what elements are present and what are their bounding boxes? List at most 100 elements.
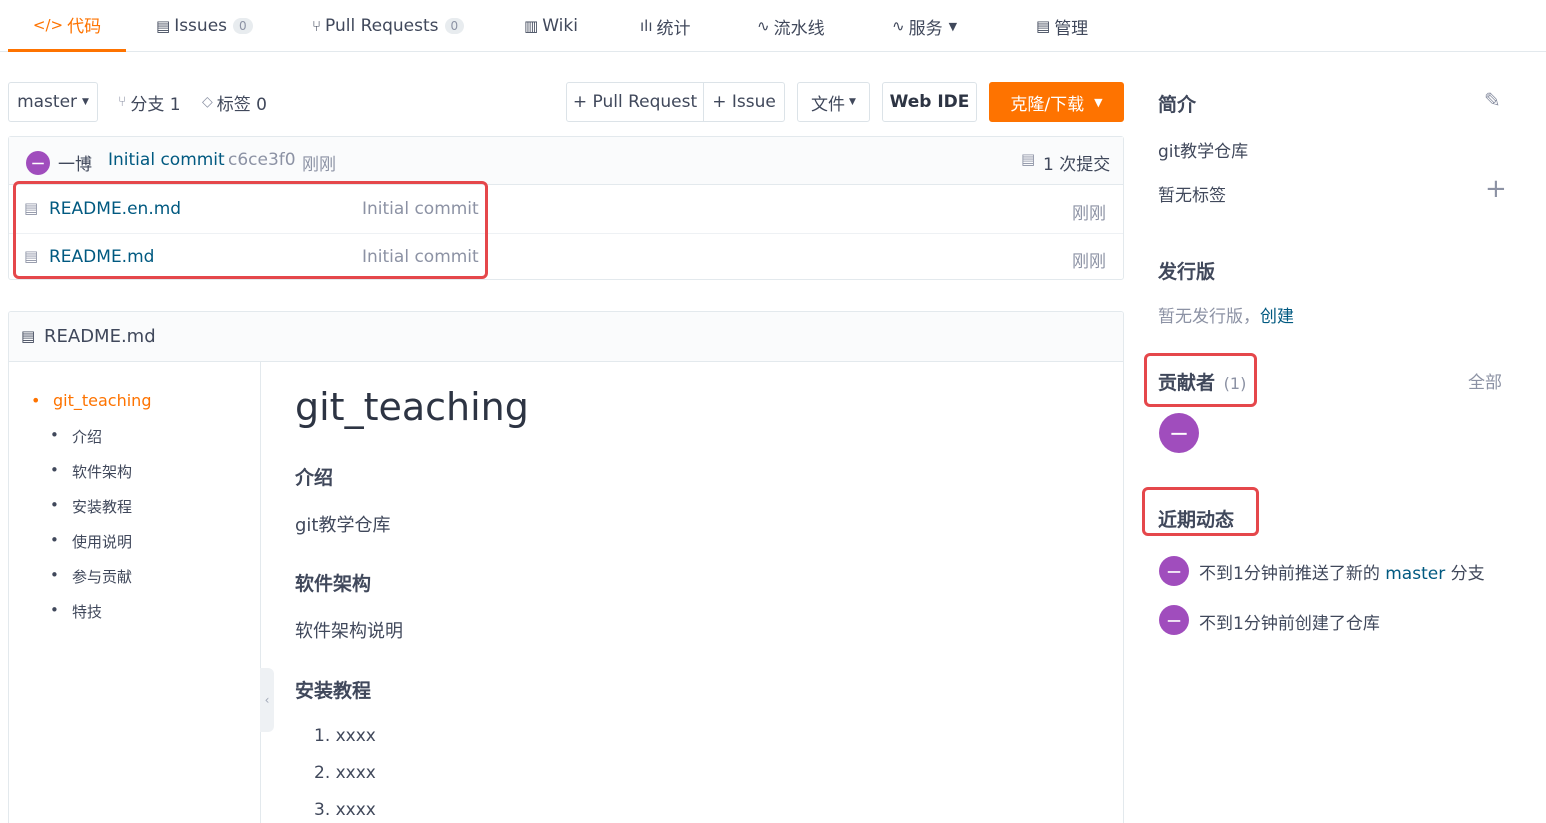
activity-title: 近期动态	[1158, 509, 1235, 531]
tab-wiki[interactable]: ▥ Wiki	[524, 0, 578, 52]
toc-item[interactable]: 软件架构	[50, 461, 132, 482]
file-commit-message[interactable]: Initial commit	[362, 199, 479, 219]
tab-pipeline[interactable]: ∿ 流水线	[757, 0, 825, 52]
file-name[interactable]: README.en.md	[49, 199, 181, 219]
toc-collapse-handle[interactable]: ‹	[260, 668, 274, 732]
avatar[interactable]: 一	[26, 151, 50, 175]
tab-label: Pull Requests	[325, 16, 439, 36]
web-ide-button[interactable]: Web IDE	[882, 82, 977, 122]
commits-count-link[interactable]: 1 次提交	[1043, 150, 1110, 175]
caret-down-icon: ▼	[948, 19, 958, 33]
caret-down-icon: ▼	[849, 97, 856, 107]
issues-icon: ▤	[156, 17, 171, 35]
file-row[interactable]: ▤ README.en.md Initial commit 刚刚	[9, 186, 1123, 233]
readme-panel: ▤ README.md git_teaching 介绍 软件架构 安装教程 使用…	[8, 311, 1124, 823]
readme-toc: git_teaching 介绍 软件架构 安装教程 使用说明 参与贡献 特技	[9, 362, 261, 823]
tab-stats[interactable]: ılı 统计	[640, 0, 691, 52]
tab-pull-requests[interactable]: ⑂ Pull Requests 0	[312, 0, 465, 52]
activity-text: 不到1分钟前创建了仓库	[1199, 614, 1380, 634]
readme-heading: 软件架构	[295, 573, 372, 595]
button-label: 克隆/下载	[1010, 94, 1085, 115]
tab-label: 管理	[1054, 18, 1089, 39]
pull-request-icon: ⑂	[312, 17, 322, 35]
readme-list-item: 3. xxxx	[314, 800, 376, 820]
file-commit-message[interactable]: Initial commit	[362, 247, 479, 267]
no-releases-text: 暂无发行版，	[1158, 307, 1260, 327]
readme-list-item: 2. xxxx	[314, 763, 376, 783]
file-menu-button[interactable]: 文件 ▼	[797, 82, 870, 122]
caret-down-icon: ▼	[82, 97, 89, 107]
tab-issues[interactable]: ▤ Issues 0	[156, 0, 253, 52]
tab-label: 服务	[908, 18, 943, 39]
readme-heading: 介绍	[295, 467, 334, 489]
tab-manage[interactable]: ▤ 管理	[1036, 0, 1088, 52]
readme-paragraph: 软件架构说明	[295, 621, 403, 642]
readme-paragraph: git教学仓库	[295, 515, 391, 536]
activity-avatar[interactable]: 一	[1159, 556, 1189, 586]
file-list: 一 一博 Initial commit c6ce3f0 刚刚 ▤ 1 次提交 ▤…	[8, 136, 1124, 280]
contributors-title: 贡献者 (1)	[1158, 368, 1246, 395]
repo-description: git教学仓库	[1158, 142, 1249, 162]
contributors-label: 贡献者	[1158, 372, 1216, 394]
readme-header: ▤ README.md	[9, 312, 1123, 362]
activity-avatar[interactable]: 一	[1159, 605, 1189, 635]
tab-label: Issues	[174, 16, 228, 36]
releases-title: 发行版	[1158, 261, 1216, 283]
commit-message[interactable]: Initial commit	[108, 150, 225, 170]
clone-download-button[interactable]: 克隆/下载 ▼	[989, 82, 1124, 122]
button-label: 文件	[811, 94, 846, 115]
toc-item[interactable]: 使用说明	[50, 531, 132, 552]
releases-empty: 暂无发行版，创建	[1158, 302, 1294, 327]
new-issue-button[interactable]: + Issue	[703, 82, 785, 122]
all-contributors-link[interactable]: 全部	[1468, 368, 1502, 393]
pipeline-icon: ∿	[757, 17, 770, 35]
tab-services[interactable]: ∿ 服务 ▼	[892, 0, 957, 52]
intro-title: 简介	[1158, 94, 1197, 116]
tab-label: 代码	[67, 17, 102, 37]
commit-time: 刚刚	[302, 155, 336, 175]
toc-item[interactable]: 介绍	[50, 426, 102, 447]
code-icon: </>	[32, 15, 64, 34]
add-tag-icon[interactable]: +	[1485, 176, 1507, 202]
contributor-avatar[interactable]: 一	[1159, 413, 1199, 453]
commit-author[interactable]: 一博	[58, 150, 92, 175]
toc-item[interactable]: 安装教程	[50, 496, 132, 517]
contributors-count: (1)	[1223, 374, 1247, 393]
pulse-icon: ∿	[892, 17, 905, 35]
commit-hash[interactable]: c6ce3f0	[228, 150, 296, 170]
readme-filename: README.md	[44, 326, 156, 347]
branch-name: master	[17, 92, 78, 112]
readme-title: git_teaching	[295, 385, 529, 429]
chevron-left-icon: ‹	[264, 693, 270, 707]
toc-item[interactable]: 参与贡献	[50, 566, 132, 587]
file-name[interactable]: README.md	[49, 247, 154, 267]
toc-item[interactable]: git_teaching	[31, 391, 152, 410]
activity-item: 不到1分钟前推送了新的 master 分支	[1199, 559, 1485, 584]
new-pull-request-button[interactable]: + Pull Request	[566, 82, 704, 122]
file-icon: ▤	[24, 199, 39, 217]
manage-icon: ▤	[1036, 17, 1051, 35]
file-icon: ▤	[24, 247, 39, 265]
tag-icon: ◇	[202, 94, 213, 110]
activity-text: 分支	[1450, 564, 1485, 584]
tags-label: 标签 0	[216, 94, 268, 115]
button-label: + Issue	[712, 92, 776, 112]
tags-link[interactable]: ◇ 标签 0	[202, 88, 267, 116]
tab-code[interactable]: </> 代码	[8, 0, 126, 52]
activity-branch-link[interactable]: master	[1385, 564, 1445, 584]
activity-item: 不到1分钟前创建了仓库	[1199, 609, 1380, 634]
file-icon: ▤	[21, 327, 36, 345]
repo-nav: </> 代码 ▤ Issues 0 ⑂ Pull Requests 0 ▥ Wi…	[0, 0, 1546, 52]
activity-text: 不到1分钟前推送了新的	[1199, 564, 1380, 584]
pr-count-badge: 0	[444, 18, 465, 34]
branch-select[interactable]: master ▼	[8, 82, 98, 122]
latest-commit-bar: 一 一博 Initial commit c6ce3f0 刚刚 ▤ 1 次提交	[9, 137, 1123, 185]
tab-label: 流水线	[773, 18, 825, 39]
branches-link[interactable]: ⑂ 分支 1	[118, 88, 181, 116]
toc-item[interactable]: 特技	[50, 601, 102, 622]
caret-down-icon: ▼	[1094, 95, 1103, 109]
file-row[interactable]: ▤ README.md Initial commit 刚刚	[9, 233, 1123, 280]
edit-icon[interactable]: ✎	[1484, 88, 1501, 112]
create-release-link[interactable]: 创建	[1260, 307, 1294, 327]
commits-icon: ▤	[1021, 150, 1036, 168]
